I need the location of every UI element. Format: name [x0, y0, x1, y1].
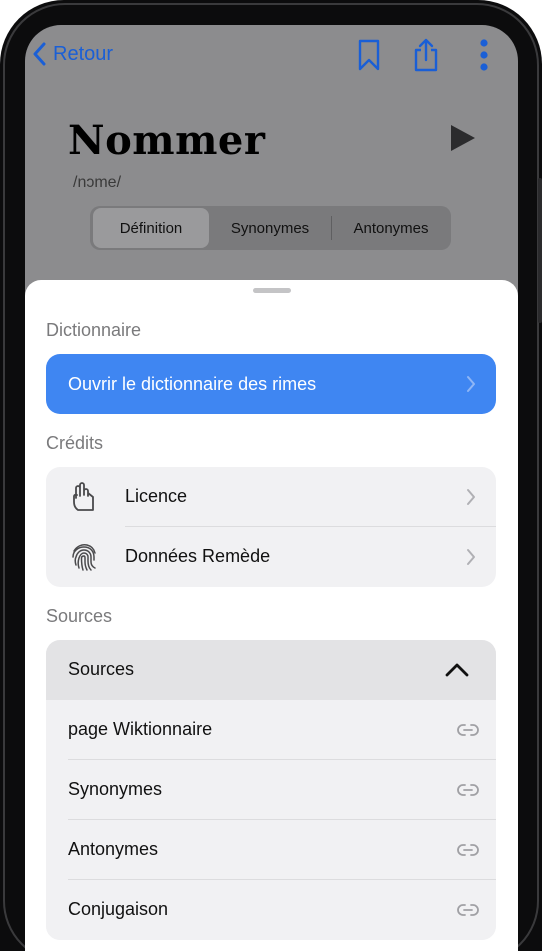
credits-card: Licence Données Remède	[46, 467, 496, 587]
share-button[interactable]	[410, 37, 442, 73]
back-button[interactable]: Retour	[33, 40, 113, 68]
play-icon[interactable]	[449, 123, 477, 153]
segmented-control: Définition Synonymes Antonymes	[90, 206, 451, 250]
section-header-dictionnaire: Dictionnaire	[46, 320, 142, 340]
word-title: Nommer	[68, 117, 266, 164]
more-button[interactable]	[468, 37, 500, 73]
link-icon	[457, 904, 479, 916]
source-row-wiktionnaire[interactable]: page Wiktionnaire	[46, 700, 496, 760]
back-label: Retour	[53, 42, 114, 65]
credit-row-licence[interactable]: Licence	[46, 467, 496, 527]
chevron-up-icon	[445, 663, 469, 677]
bottom-sheet: Dictionnaire Ouvrir le dictionnaire des …	[25, 280, 518, 951]
tab-definition[interactable]: Définition	[93, 208, 209, 248]
sources-disclosure-header[interactable]: Sources	[46, 640, 496, 700]
rhymes-button-label: Ouvrir le dictionnaire des rimes	[68, 373, 317, 394]
source-row-conjugaison[interactable]: Conjugaison	[46, 880, 496, 940]
sheet-grabber[interactable]	[253, 288, 291, 293]
source-row-synonymes[interactable]: Synonymes	[46, 760, 496, 820]
tab-synonymes-label: Synonymes	[230, 219, 310, 237]
bookmark-button[interactable]	[353, 37, 385, 73]
volume-button	[538, 178, 542, 323]
link-icon	[457, 724, 479, 736]
hand-icon	[73, 482, 94, 511]
more-vertical-icon	[480, 39, 488, 71]
sources-card: Sources page Wiktionnaire Synonymes Anto…	[46, 640, 496, 940]
phonetic-text: /nɔme/	[73, 174, 122, 191]
source-label: page Wiktionnaire	[68, 719, 213, 739]
chevron-right-icon	[467, 549, 475, 565]
tab-antonymes[interactable]: Antonymes	[332, 208, 450, 248]
source-label: Conjugaison	[68, 899, 169, 919]
phone-frame: Retour Nommer /nɔme/ Définition Synonyme…	[0, 0, 542, 951]
licence-label: Licence	[125, 486, 188, 506]
chevron-right-icon	[467, 376, 475, 392]
tab-definition-label: Définition	[119, 219, 183, 237]
chevron-right-icon	[467, 489, 475, 505]
share-icon	[414, 38, 438, 72]
tab-antonymes-label: Antonymes	[353, 219, 429, 237]
chevron-left-icon	[33, 42, 46, 66]
link-icon	[457, 784, 479, 796]
sources-group-title: Sources	[68, 659, 135, 679]
tab-synonymes[interactable]: Synonymes	[209, 208, 331, 248]
bookmark-icon	[358, 39, 380, 71]
link-icon	[457, 844, 479, 856]
rhymes-dictionary-button[interactable]: Ouvrir le dictionnaire des rimes	[46, 354, 496, 414]
donnees-remede-label: Données Remède	[125, 546, 271, 566]
section-header-credits: Crédits	[46, 433, 104, 453]
source-label: Synonymes	[68, 779, 163, 799]
screen: Retour Nommer /nɔme/ Définition Synonyme…	[25, 25, 518, 951]
credit-row-donnees-remede[interactable]: Données Remède	[46, 527, 496, 587]
source-row-antonymes[interactable]: Antonymes	[46, 820, 496, 880]
fingerprint-icon	[72, 544, 96, 571]
source-label: Antonymes	[68, 839, 159, 859]
top-bar: Retour	[25, 25, 518, 85]
section-header-sources: Sources	[46, 606, 113, 626]
